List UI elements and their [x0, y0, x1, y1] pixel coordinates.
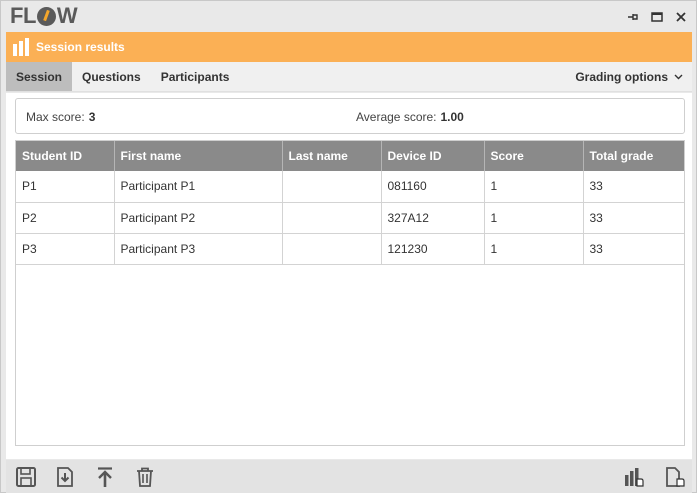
column-header-student-id[interactable]: Student ID [16, 141, 115, 171]
pin-icon[interactable] [626, 10, 640, 24]
save-icon[interactable] [15, 466, 37, 488]
max-score-label: Max score: [26, 110, 85, 124]
window-controls [626, 10, 688, 24]
cell-last-name [282, 202, 382, 234]
tab-participants[interactable]: Participants [151, 62, 240, 91]
cell-total-grade: 33 [583, 233, 684, 265]
cell-last-name [282, 171, 382, 203]
tab-bar: Session Questions Participants Grading o… [6, 62, 692, 92]
content-area: Max score: 3 Average score: 1.00 Student I… [6, 93, 692, 459]
upload-icon[interactable] [94, 466, 116, 488]
cell-total-grade: 33 [583, 171, 684, 203]
maximize-icon[interactable] [650, 10, 664, 24]
average-score: Average score: 1.00 [356, 110, 464, 124]
logo-text: FL [10, 3, 36, 28]
chart-results-icon[interactable] [623, 466, 645, 488]
table-row[interactable]: P1 Participant P1 081160 1 33 [16, 171, 684, 203]
import-icon[interactable] [54, 466, 76, 488]
tab-session[interactable]: Session [6, 62, 72, 91]
score-summary: Max score: 3 Average score: 1.00 [15, 98, 685, 134]
bar-chart-icon [13, 38, 29, 56]
results-table-container: Student ID First name Last name Device I… [15, 140, 685, 446]
bottom-toolbar [6, 460, 692, 493]
cell-student-id: P1 [16, 171, 115, 203]
cell-last-name [282, 233, 382, 265]
max-score-value: 3 [88, 110, 96, 124]
session-results-header: Session results [6, 32, 692, 62]
flow-logo: FL W [10, 3, 78, 28]
column-header-last-name[interactable]: Last name [282, 141, 382, 171]
cell-score: 1 [484, 233, 584, 265]
cell-student-id: P3 [16, 233, 115, 265]
cell-score: 1 [484, 171, 584, 203]
cell-score: 1 [484, 202, 584, 234]
app-window: FL W Session results Session Questions Pa… [0, 0, 697, 493]
cell-device-id: 327A12 [381, 202, 485, 234]
title-bar: FL W [1, 1, 696, 32]
table-row[interactable]: P2 Participant P2 327A12 1 33 [16, 202, 684, 234]
cell-first-name: Participant P3 [114, 233, 283, 265]
results-table: Student ID First name Last name Device I… [16, 141, 684, 265]
cell-first-name: Participant P1 [114, 171, 283, 203]
table-header-row: Student ID First name Last name Device I… [16, 141, 684, 171]
cell-total-grade: 33 [583, 202, 684, 234]
average-score-label: Average score: [356, 110, 437, 124]
average-score-value: 1.00 [440, 110, 464, 124]
column-header-total-grade[interactable]: Total grade [583, 141, 684, 171]
report-icon[interactable] [664, 466, 686, 488]
cell-first-name: Participant P2 [114, 202, 283, 234]
cell-student-id: P2 [16, 202, 115, 234]
max-score: Max score: 3 [26, 110, 95, 124]
chevron-down-icon [674, 74, 683, 79]
close-icon[interactable] [674, 10, 688, 24]
column-header-score[interactable]: Score [484, 141, 584, 171]
trash-icon[interactable] [134, 466, 156, 488]
column-header-first-name[interactable]: First name [114, 141, 283, 171]
cell-device-id: 121230 [381, 233, 485, 265]
table-row[interactable]: P3 Participant P3 121230 1 33 [16, 233, 684, 265]
tab-questions[interactable]: Questions [72, 62, 151, 91]
logo-o-icon [36, 6, 56, 26]
grading-options-label: Grading options [575, 69, 668, 84]
column-header-device-id[interactable]: Device ID [381, 141, 485, 171]
header-title: Session results [36, 40, 125, 54]
cell-device-id: 081160 [381, 171, 485, 203]
grading-options-dropdown[interactable]: Grading options [575, 62, 692, 91]
